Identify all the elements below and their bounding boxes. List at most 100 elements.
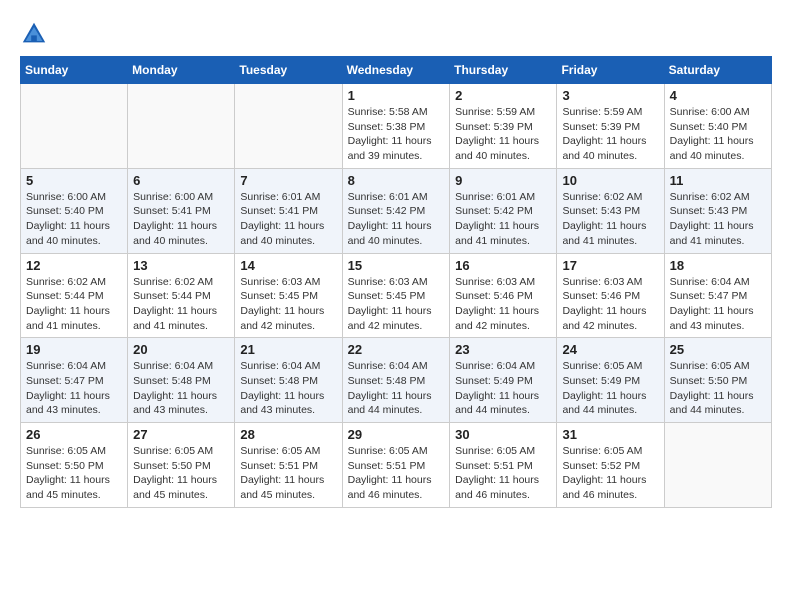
day-number: 12 bbox=[26, 258, 122, 273]
day-info: Sunrise: 6:05 AMSunset: 5:50 PMDaylight:… bbox=[670, 359, 766, 418]
weekday-header-thursday: Thursday bbox=[450, 57, 557, 84]
calendar-cell: 5 Sunrise: 6:00 AMSunset: 5:40 PMDaylight… bbox=[21, 168, 128, 253]
day-info: Sunrise: 6:05 AMSunset: 5:51 PMDaylight:… bbox=[348, 444, 445, 503]
calendar-cell: 18 Sunrise: 6:04 AMSunset: 5:47 PMDayligh… bbox=[664, 253, 771, 338]
weekday-header-monday: Monday bbox=[128, 57, 235, 84]
weekday-header-tuesday: Tuesday bbox=[235, 57, 342, 84]
day-number: 5 bbox=[26, 173, 122, 188]
weekday-header-friday: Friday bbox=[557, 57, 664, 84]
calendar-cell: 31 Sunrise: 6:05 AMSunset: 5:52 PMDayligh… bbox=[557, 423, 664, 508]
day-info: Sunrise: 6:05 AMSunset: 5:51 PMDaylight:… bbox=[240, 444, 336, 503]
calendar-cell bbox=[21, 84, 128, 169]
weekday-header-sunday: Sunday bbox=[21, 57, 128, 84]
calendar-cell: 4 Sunrise: 6:00 AMSunset: 5:40 PMDaylight… bbox=[664, 84, 771, 169]
day-number: 18 bbox=[670, 258, 766, 273]
day-number: 11 bbox=[670, 173, 766, 188]
calendar-cell: 11Sunrise: 6:02 AMSunset: 5:43 PMDayligh… bbox=[664, 168, 771, 253]
day-number: 24 bbox=[562, 342, 658, 357]
calendar-cell bbox=[128, 84, 235, 169]
day-info: Sunrise: 6:00 AMSunset: 5:40 PMDaylight:… bbox=[670, 105, 766, 164]
day-info: Sunrise: 6:01 AMSunset: 5:42 PMDaylight:… bbox=[455, 190, 551, 249]
calendar-cell: 6 Sunrise: 6:00 AMSunset: 5:41 PMDaylight… bbox=[128, 168, 235, 253]
weekday-header-row: SundayMondayTuesdayWednesdayThursdayFrid… bbox=[21, 57, 772, 84]
day-number: 26 bbox=[26, 427, 122, 442]
calendar-cell: 15 Sunrise: 6:03 AMSunset: 5:45 PMDayligh… bbox=[342, 253, 450, 338]
day-info: Sunrise: 6:00 AMSunset: 5:41 PMDaylight:… bbox=[133, 190, 229, 249]
calendar-cell: 13 Sunrise: 6:02 AMSunset: 5:44 PMDayligh… bbox=[128, 253, 235, 338]
calendar-cell: 8Sunrise: 6:01 AMSunset: 5:42 PMDaylight… bbox=[342, 168, 450, 253]
calendar-cell: 26Sunrise: 6:05 AMSunset: 5:50 PMDayligh… bbox=[21, 423, 128, 508]
calendar-cell: 23 Sunrise: 6:04 AMSunset: 5:49 PMDayligh… bbox=[450, 338, 557, 423]
day-info: Sunrise: 6:04 AMSunset: 5:49 PMDaylight:… bbox=[455, 359, 551, 418]
calendar-cell: 24 Sunrise: 6:05 AMSunset: 5:49 PMDayligh… bbox=[557, 338, 664, 423]
day-number: 19 bbox=[26, 342, 122, 357]
calendar-week-row: 26 Sunrise: 6:05 AMSunset: 5:50 PMDayligh… bbox=[21, 423, 772, 508]
day-info: Sunrise: 6:05 AMSunset: 5:52 PMDaylight:… bbox=[562, 444, 658, 503]
calendar-week-row: 5 Sunrise: 6:00 AMSunset: 5:40 PMDaylight… bbox=[21, 168, 772, 253]
day-number: 3 bbox=[562, 88, 658, 103]
page: SundayMondayTuesdayWednesdayThursdayFrid… bbox=[0, 0, 792, 518]
calendar-cell: 9 Sunrise: 6:01 AMSunset: 5:42 PMDaylight… bbox=[450, 168, 557, 253]
day-number: 2 bbox=[455, 88, 551, 103]
day-info: Sunrise: 6:01 AMSunset: 5:41 PMDaylight:… bbox=[240, 190, 336, 249]
day-number: 16 bbox=[455, 258, 551, 273]
calendar-cell: 22Sunrise: 6:04 AMSunset: 5:48 PMDayligh… bbox=[342, 338, 450, 423]
day-info: Sunrise: 5:59 AMSunset: 5:39 PMDaylight:… bbox=[562, 105, 658, 164]
logo-icon bbox=[20, 20, 48, 48]
day-number: 6 bbox=[133, 173, 229, 188]
day-info: Sunrise: 6:02 AMSunset: 5:44 PMDaylight:… bbox=[133, 275, 229, 334]
day-number: 27 bbox=[133, 427, 229, 442]
calendar-table: SundayMondayTuesdayWednesdayThursdayFrid… bbox=[20, 56, 772, 508]
day-number: 20 bbox=[133, 342, 229, 357]
calendar-week-row: 12 Sunrise: 6:02 AMSunset: 5:44 PMDayligh… bbox=[21, 253, 772, 338]
calendar-cell: 3 Sunrise: 5:59 AMSunset: 5:39 PMDaylight… bbox=[557, 84, 664, 169]
day-info: Sunrise: 6:03 AMSunset: 5:46 PMDaylight:… bbox=[455, 275, 551, 334]
calendar-cell: 12 Sunrise: 6:02 AMSunset: 5:44 PMDayligh… bbox=[21, 253, 128, 338]
day-number: 14 bbox=[240, 258, 336, 273]
calendar-cell: 21 Sunrise: 6:04 AMSunset: 5:48 PMDayligh… bbox=[235, 338, 342, 423]
weekday-header-wednesday: Wednesday bbox=[342, 57, 450, 84]
day-number: 13 bbox=[133, 258, 229, 273]
day-info: Sunrise: 6:05 AMSunset: 5:50 PMDaylight:… bbox=[133, 444, 229, 503]
day-number: 15 bbox=[348, 258, 445, 273]
day-info: Sunrise: 6:03 AMSunset: 5:45 PMDaylight:… bbox=[240, 275, 336, 334]
day-info: Sunrise: 6:04 AMSunset: 5:48 PMDaylight:… bbox=[133, 359, 229, 418]
day-number: 9 bbox=[455, 173, 551, 188]
day-info: Sunrise: 6:02 AMSunset: 5:43 PMDaylight:… bbox=[562, 190, 658, 249]
calendar-cell: 25 Sunrise: 6:05 AMSunset: 5:50 PMDayligh… bbox=[664, 338, 771, 423]
calendar-cell: 30Sunrise: 6:05 AMSunset: 5:51 PMDayligh… bbox=[450, 423, 557, 508]
day-info: Sunrise: 6:04 AMSunset: 5:47 PMDaylight:… bbox=[26, 359, 122, 418]
day-info: Sunrise: 5:58 AMSunset: 5:38 PMDaylight:… bbox=[348, 105, 445, 164]
day-info: Sunrise: 6:05 AMSunset: 5:49 PMDaylight:… bbox=[562, 359, 658, 418]
day-info: Sunrise: 5:59 AMSunset: 5:39 PMDaylight:… bbox=[455, 105, 551, 164]
day-info: Sunrise: 6:04 AMSunset: 5:48 PMDaylight:… bbox=[348, 359, 445, 418]
day-info: Sunrise: 6:03 AMSunset: 5:46 PMDaylight:… bbox=[562, 275, 658, 334]
calendar-week-row: 19 Sunrise: 6:04 AMSunset: 5:47 PMDayligh… bbox=[21, 338, 772, 423]
day-info: Sunrise: 6:04 AMSunset: 5:47 PMDaylight:… bbox=[670, 275, 766, 334]
calendar-cell: 28 Sunrise: 6:05 AMSunset: 5:51 PMDayligh… bbox=[235, 423, 342, 508]
calendar-cell: 7Sunrise: 6:01 AMSunset: 5:41 PMDaylight… bbox=[235, 168, 342, 253]
calendar-cell: 27 Sunrise: 6:05 AMSunset: 5:50 PMDayligh… bbox=[128, 423, 235, 508]
day-number: 28 bbox=[240, 427, 336, 442]
calendar-cell: 2 Sunrise: 5:59 AMSunset: 5:39 PMDaylight… bbox=[450, 84, 557, 169]
day-number: 25 bbox=[670, 342, 766, 357]
day-info: Sunrise: 6:03 AMSunset: 5:45 PMDaylight:… bbox=[348, 275, 445, 334]
calendar-week-row: 1 Sunrise: 5:58 AMSunset: 5:38 PMDaylight… bbox=[21, 84, 772, 169]
day-number: 31 bbox=[562, 427, 658, 442]
calendar-cell: 1 Sunrise: 5:58 AMSunset: 5:38 PMDaylight… bbox=[342, 84, 450, 169]
day-info: Sunrise: 6:04 AMSunset: 5:48 PMDaylight:… bbox=[240, 359, 336, 418]
day-info: Sunrise: 6:00 AMSunset: 5:40 PMDaylight:… bbox=[26, 190, 122, 249]
day-info: Sunrise: 6:01 AMSunset: 5:42 PMDaylight:… bbox=[348, 190, 445, 249]
calendar-cell: 16 Sunrise: 6:03 AMSunset: 5:46 PMDayligh… bbox=[450, 253, 557, 338]
day-number: 23 bbox=[455, 342, 551, 357]
weekday-header-saturday: Saturday bbox=[664, 57, 771, 84]
day-info: Sunrise: 6:02 AMSunset: 5:44 PMDaylight:… bbox=[26, 275, 122, 334]
day-number: 10 bbox=[562, 173, 658, 188]
day-number: 17 bbox=[562, 258, 658, 273]
calendar-cell bbox=[235, 84, 342, 169]
day-number: 29 bbox=[348, 427, 445, 442]
day-number: 4 bbox=[670, 88, 766, 103]
day-number: 21 bbox=[240, 342, 336, 357]
day-number: 1 bbox=[348, 88, 445, 103]
calendar-cell bbox=[664, 423, 771, 508]
